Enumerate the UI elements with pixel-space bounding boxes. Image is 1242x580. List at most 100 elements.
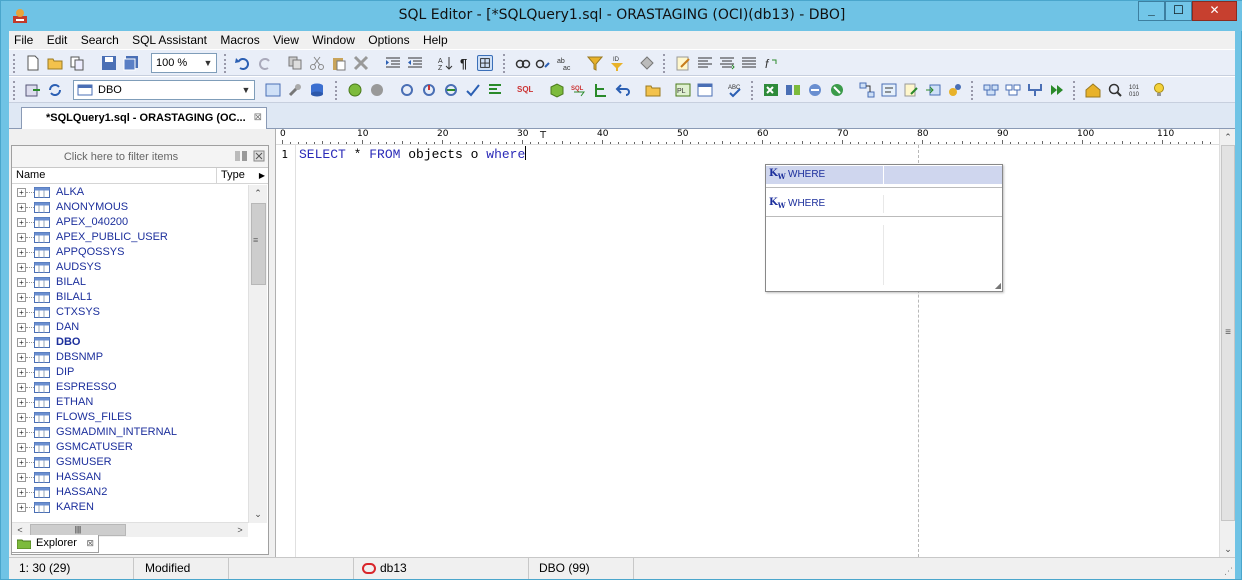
- menu-macros[interactable]: Macros: [215, 31, 264, 49]
- execute-icon[interactable]: [347, 82, 363, 98]
- menu-sql-assistant[interactable]: SQL Assistant: [127, 31, 212, 49]
- schema-select[interactable]: DBO ▼: [73, 80, 255, 100]
- new-file-icon[interactable]: [25, 55, 41, 71]
- bookmark-icon[interactable]: [639, 55, 655, 71]
- database-icon[interactable]: [309, 82, 325, 98]
- menu-file[interactable]: File: [9, 31, 38, 49]
- toolbar-grip[interactable]: [13, 81, 16, 100]
- sql-editor[interactable]: T 0 10 20 30 40 50 60 70 80 90 100 110 1 SELECT * F…: [275, 129, 1235, 557]
- scroll-down-icon[interactable]: ⌄: [250, 506, 266, 523]
- home-icon[interactable]: [1085, 82, 1101, 98]
- menu-help[interactable]: Help: [418, 31, 453, 49]
- scroll-right-icon[interactable]: >: [232, 523, 248, 537]
- refresh-icon[interactable]: [47, 82, 63, 98]
- db-compare-icon[interactable]: [785, 82, 801, 98]
- tip-bulb-icon[interactable]: [1151, 82, 1167, 98]
- db-tools-icon[interactable]: [829, 82, 845, 98]
- grid-view-icon[interactable]: [265, 82, 281, 98]
- menu-view[interactable]: View: [268, 31, 304, 49]
- sort-az-icon[interactable]: AZ: [437, 55, 453, 71]
- tree-item[interactable]: + CTXSYS: [12, 305, 248, 320]
- cut-icon[interactable]: [309, 55, 325, 71]
- tools-icon[interactable]: [947, 82, 963, 98]
- tree-item[interactable]: + DIP: [12, 365, 248, 380]
- editor-vertical-scrollbar[interactable]: ⌃ ≡ ⌄: [1219, 129, 1235, 557]
- copy-icon[interactable]: [287, 55, 303, 71]
- tree-item[interactable]: + APEX_040200: [12, 215, 248, 230]
- expand-icon[interactable]: +: [17, 413, 26, 422]
- expand-icon[interactable]: +: [17, 218, 26, 227]
- copy-file-icon[interactable]: [69, 55, 85, 71]
- delete-icon[interactable]: [353, 55, 369, 71]
- open-project-icon[interactable]: [645, 82, 661, 98]
- merge-icon[interactable]: [1027, 82, 1043, 98]
- tree-item[interactable]: + DBO: [12, 335, 248, 350]
- compare-left-icon[interactable]: [983, 82, 999, 98]
- save-icon[interactable]: [101, 55, 117, 71]
- check-icon[interactable]: [465, 82, 481, 98]
- tree-item[interactable]: + ALKA: [12, 185, 248, 200]
- expand-icon[interactable]: +: [17, 473, 26, 482]
- save-all-icon[interactable]: [123, 55, 139, 71]
- toolbar-grip[interactable]: [971, 81, 974, 100]
- tree-item[interactable]: + GSMUSER: [12, 455, 248, 470]
- pl-sql-icon[interactable]: PL: [675, 82, 691, 98]
- tree-item[interactable]: + ETHAN: [12, 395, 248, 410]
- search-icon[interactable]: [1107, 82, 1123, 98]
- minimize-button[interactable]: _: [1138, 1, 1165, 21]
- connect-icon[interactable]: [25, 82, 41, 98]
- code-line[interactable]: SELECT * FROM objects o where: [299, 146, 527, 162]
- expand-icon[interactable]: +: [17, 443, 26, 452]
- tree-item[interactable]: + BILAL1: [12, 290, 248, 305]
- resize-grip-icon[interactable]: ◢: [995, 281, 1001, 290]
- align-tab-icon[interactable]: [741, 55, 757, 71]
- menu-window[interactable]: Window: [307, 31, 360, 49]
- expand-icon[interactable]: +: [17, 293, 26, 302]
- clear-filter-icon[interactable]: [252, 149, 266, 163]
- find-icon[interactable]: [515, 55, 531, 71]
- filter-icon[interactable]: [587, 55, 603, 71]
- scroll-up-icon[interactable]: ⌃: [250, 185, 266, 202]
- tree-item[interactable]: + GSMCATUSER: [12, 440, 248, 455]
- script-icon[interactable]: SQL: [517, 82, 533, 98]
- edit-note-icon[interactable]: [675, 55, 691, 71]
- tree-item[interactable]: + APPQOSSYS: [12, 245, 248, 260]
- expand-icon[interactable]: +: [17, 323, 26, 332]
- open-folder-icon[interactable]: [47, 55, 63, 71]
- toolbar-grip[interactable]: [224, 54, 227, 73]
- toolbar-grip[interactable]: [663, 54, 666, 73]
- find-next-icon[interactable]: [535, 55, 551, 71]
- menu-edit[interactable]: Edit: [42, 31, 73, 49]
- window-icon[interactable]: [697, 82, 713, 98]
- back-icon[interactable]: [615, 82, 631, 98]
- excel-export-icon[interactable]: [763, 82, 779, 98]
- toolbar-grip[interactable]: [751, 81, 754, 100]
- expand-icon[interactable]: +: [17, 368, 26, 377]
- expand-icon[interactable]: +: [17, 263, 26, 272]
- tab-explorer[interactable]: Explorer ⊠: [11, 535, 99, 553]
- tree-icon[interactable]: [593, 82, 609, 98]
- outdent-icon[interactable]: [407, 55, 423, 71]
- compare-right-icon[interactable]: [1005, 82, 1021, 98]
- column-name[interactable]: Name: [16, 169, 45, 181]
- tab-sqlquery1[interactable]: *SQLQuery1.sql - ORASTAGING (OC... ⊠: [21, 107, 267, 129]
- toolbar-grip[interactable]: [335, 81, 338, 100]
- expand-icon[interactable]: +: [17, 398, 26, 407]
- close-tab-icon[interactable]: ⊠: [254, 108, 262, 128]
- tree-item[interactable]: + GSMADMIN_INTERNAL: [12, 425, 248, 440]
- replace-icon[interactable]: abac: [557, 55, 573, 71]
- close-tab-icon[interactable]: ⊠: [86, 535, 94, 552]
- expand-icon[interactable]: +: [17, 188, 26, 197]
- format-icon[interactable]: [487, 82, 503, 98]
- tree-item[interactable]: + FLOWS_FILES: [12, 410, 248, 425]
- sql-run-icon[interactable]: SQL: [571, 82, 587, 98]
- import-icon[interactable]: [925, 82, 941, 98]
- indent-icon[interactable]: [385, 55, 401, 71]
- autocomplete-item[interactable]: KW WHERE: [766, 166, 1002, 184]
- expand-icon[interactable]: +: [17, 503, 26, 512]
- expand-icon[interactable]: +: [17, 353, 26, 362]
- tree-item[interactable]: + DBSNMP: [12, 350, 248, 365]
- table-edit-icon[interactable]: [903, 82, 919, 98]
- maximize-button[interactable]: ☐: [1165, 1, 1192, 21]
- expand-icon[interactable]: +: [17, 278, 26, 287]
